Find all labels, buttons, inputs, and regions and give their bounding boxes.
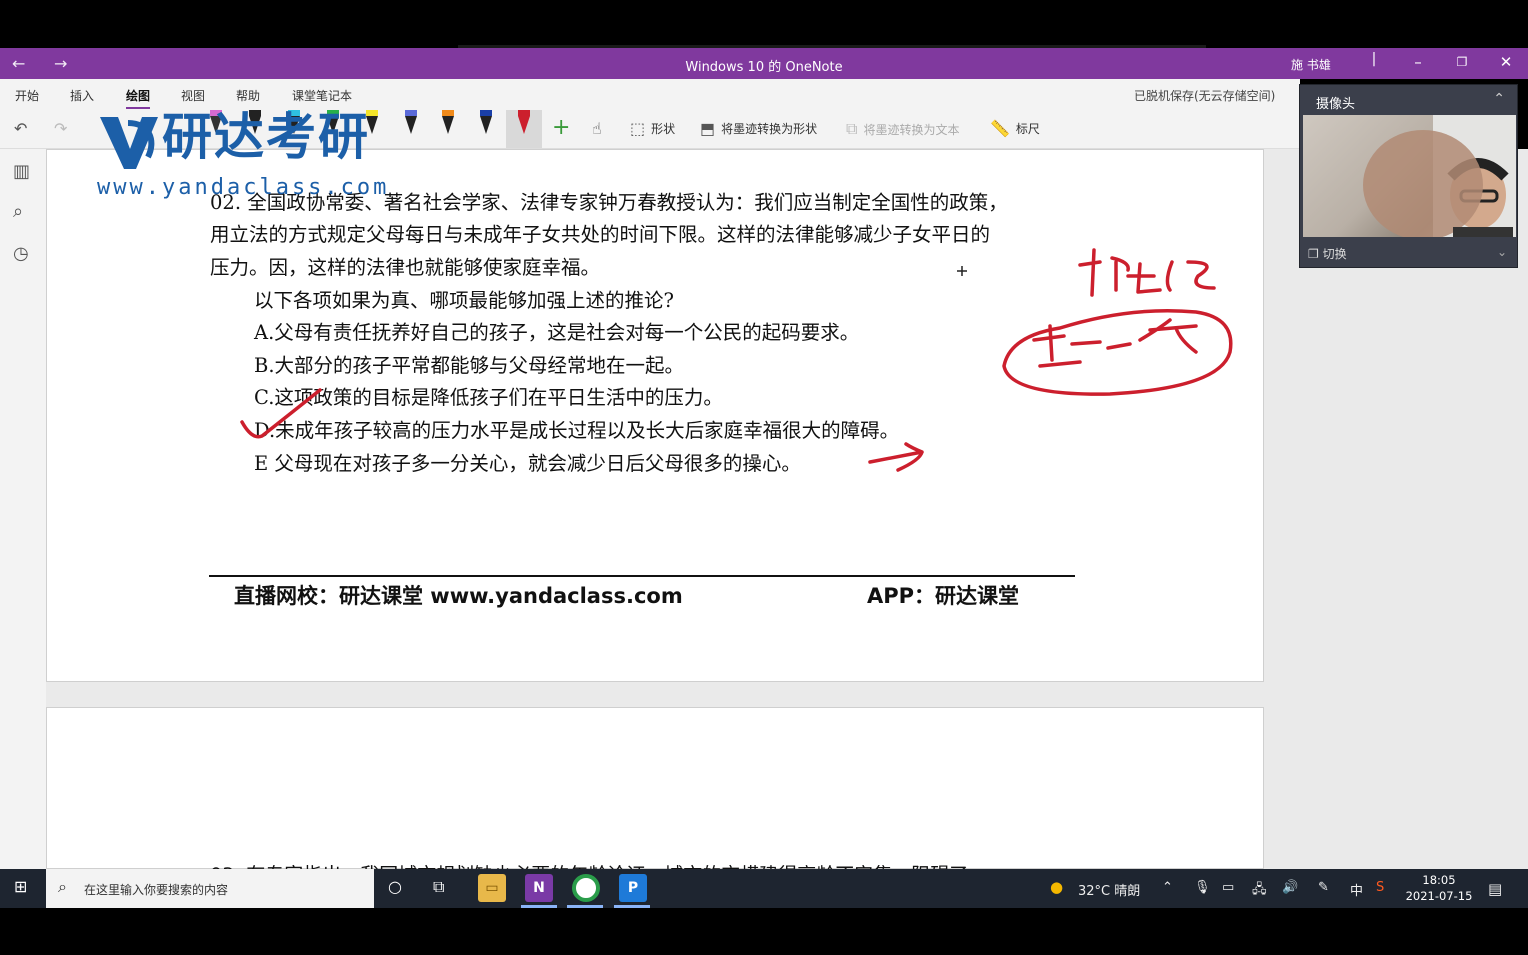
pen-navy[interactable] — [478, 110, 494, 142]
search-icon: ⌕ — [58, 877, 67, 896]
cortana-icon[interactable]: ○ — [388, 877, 402, 896]
pen-workspace-icon[interactable]: ✎ — [1318, 880, 1329, 895]
left-rail: ▥ ⌕ ◷ — [0, 149, 46, 869]
tab-home[interactable]: 开始 — [15, 87, 39, 104]
expand-icon[interactable]: ⌄ — [1497, 245, 1507, 259]
shapes-button[interactable]: ⬚ 形状 — [630, 119, 675, 138]
clock-date: 2021-07-15 — [1405, 889, 1473, 903]
onenote-icon[interactable]: N — [525, 874, 553, 902]
restore-icon[interactable]: ❐ — [1450, 55, 1474, 69]
tab-class-notebook[interactable]: 课堂笔记本 — [292, 87, 352, 104]
ink-to-shape-icon: ⬒ — [700, 119, 716, 138]
camera-panel[interactable]: 摄像头 ⌃ ❐ 切换 ⌄ — [1299, 84, 1518, 268]
option-a: A.父母有责任抚养好自己的孩子，这是社会对每一个公民的起码要求。 — [254, 321, 860, 344]
taskbar-search[interactable]: ⌕ 在这里输入你要搜索的内容 — [46, 869, 374, 908]
separator-icon: | — [1371, 51, 1377, 67]
menu-bar: 开始 插入 绘图 视图 帮助 课堂笔记本 已脱机保存(无云存储空间) — [0, 79, 1300, 110]
user-name[interactable]: 施 书雄 — [1291, 56, 1331, 73]
ruler-button[interactable]: 📏 标尺 — [990, 119, 1040, 138]
camera-feed-image — [1363, 115, 1516, 237]
pen-red[interactable] — [516, 110, 532, 142]
task-view-icon[interactable]: ⧉ — [433, 877, 444, 897]
presenter-app-icon[interactable]: P — [619, 874, 647, 902]
camera-switch[interactable]: ❐ 切换 — [1308, 245, 1347, 262]
undo-icon[interactable]: ↶ — [14, 119, 27, 138]
title-bar: ← → Windows 10 的 OneNote 施 书雄 | – ❐ ✕ — [0, 48, 1528, 79]
option-c: C.这项政策的目标是降低孩子们在平日生活中的压力。 — [254, 386, 723, 409]
chrome-running-indicator — [567, 905, 603, 908]
taskbar-clock[interactable]: 18:05 2021-07-15 — [1404, 872, 1474, 904]
footer-rule — [209, 575, 1075, 577]
tray-expand-icon[interactable]: ⌃ — [1162, 880, 1173, 895]
notification-icon[interactable]: ▤ — [1488, 880, 1502, 898]
taskbar: ⊞ ⌕ 在这里输入你要搜索的内容 ○ ⧉ ▭ N P ● 32°C 晴朗 ⌃ 🎙… — [0, 869, 1528, 908]
save-status: 已脱机保存(无云存储空间) — [1134, 89, 1276, 103]
pen-orange[interactable] — [440, 110, 456, 142]
question-prompt: 以下各项如果为真、哪项最能够加强上述的推论? — [254, 289, 674, 312]
ink-to-shape-button[interactable]: ⬒ 将墨迹转换为形状 — [700, 119, 817, 138]
touch-draw-icon[interactable]: ☝ — [592, 119, 602, 138]
search-icon[interactable]: ⌕ — [13, 201, 23, 222]
sogou-ime-icon[interactable]: S — [1376, 880, 1384, 895]
brand-name: 研达考研 — [162, 108, 370, 166]
next-question-fragment: 03. 有专家指出，我国城市规划缺少必要的年龄论证，城市的交横建得高龄不安集，阻… — [210, 860, 968, 869]
tab-draw[interactable]: 绘图 — [126, 87, 151, 110]
footer-school: 直播网校：研达课堂 www.yandaclass.com — [234, 584, 683, 608]
option-b: B.大部分的孩子平常都能够与父母经常地在一起。 — [254, 354, 685, 377]
tab-help[interactable]: 帮助 — [236, 87, 260, 104]
chrome-icon[interactable] — [572, 874, 600, 902]
option-d: D.未成年孩子较高的压力水平是成长过程以及长大后家庭幸福很大的障碍。 — [254, 419, 900, 442]
recent-icon[interactable]: ◷ — [13, 243, 29, 264]
note-page-2[interactable] — [46, 707, 1264, 869]
battery-icon[interactable]: ▭ — [1222, 880, 1234, 895]
footer-app: APP：研达课堂 — [867, 584, 1020, 608]
weather-text[interactable]: 32°C 晴朗 — [1078, 880, 1140, 899]
question-stem-line-3: 压力。因，这样的法律也就能够使家庭幸福。 — [210, 256, 601, 279]
volume-icon[interactable]: 🔊 — [1282, 880, 1298, 895]
search-placeholder: 在这里输入你要搜索的内容 — [84, 883, 229, 897]
camera-video — [1303, 115, 1516, 237]
ime-mode[interactable]: 中 — [1350, 880, 1363, 899]
notebooks-icon[interactable]: ▥ — [13, 161, 30, 182]
brand-logo-icon — [100, 117, 158, 169]
weather-sun-icon: ● — [1050, 878, 1064, 896]
collapse-icon[interactable]: ⌃ — [1493, 91, 1505, 107]
microphone-icon[interactable]: 🎙 — [1194, 880, 1211, 895]
ink-to-text-icon: ⧉ — [846, 119, 858, 138]
tab-view[interactable]: 视图 — [181, 87, 205, 104]
brand-url: www.yandaclass.com — [97, 175, 390, 200]
presenter-running-indicator — [614, 905, 650, 908]
ruler-icon: 📏 — [990, 119, 1010, 138]
switch-icon: ❐ — [1308, 247, 1323, 261]
shapes-icon: ⬚ — [630, 119, 646, 138]
pen-galaxy[interactable] — [403, 110, 419, 142]
close-icon[interactable]: ✕ — [1494, 53, 1518, 71]
file-explorer-icon[interactable]: ▭ — [478, 874, 506, 902]
add-pen-icon[interactable]: + — [552, 115, 570, 140]
camera-title: 摄像头 — [1316, 97, 1356, 112]
redo-icon[interactable]: ↷ — [54, 119, 67, 138]
ink-to-text-button[interactable]: ⧉ 将墨迹转换为文本 — [846, 119, 959, 139]
onenote-running-indicator — [521, 905, 557, 908]
clock-time: 18:05 — [1422, 873, 1456, 887]
windows-start-icon[interactable]: ⊞ — [14, 877, 27, 896]
minimize-icon[interactable]: – — [1406, 53, 1430, 71]
question-stem-line-2: 用立法的方式规定父母每日与未成年子女共处的时间下限。这样的法律能够减少子女平日的 — [210, 223, 991, 246]
tab-insert[interactable]: 插入 — [70, 87, 94, 104]
network-icon[interactable]: 🖧 — [1252, 880, 1267, 902]
option-e: E 父母现在对孩子多一分关心，就会减少日后父母很多的操心。 — [254, 452, 801, 475]
